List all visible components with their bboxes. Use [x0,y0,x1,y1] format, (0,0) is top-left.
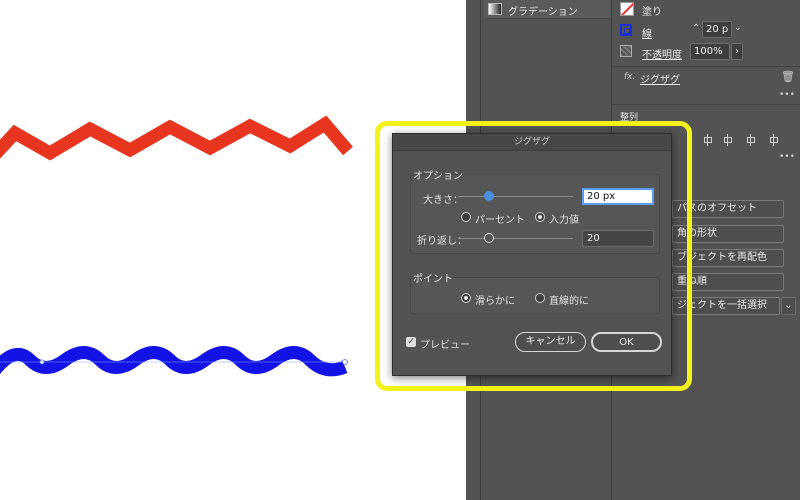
red-zigzag-path[interactable] [0,115,353,161]
ridges-label: 折り返し： [417,236,467,247]
trash-icon[interactable]: 🗑 [781,70,795,83]
smooth-label[interactable]: 滑らかに [475,292,515,307]
size-slider-knob[interactable] [484,191,494,201]
stroke-swatch-icon[interactable] [620,24,632,36]
absolute-radio[interactable] [535,212,545,222]
options-group-title: オプション [413,171,463,182]
chevron-down-icon[interactable]: ⌄ [734,23,742,33]
align-icon[interactable] [768,134,780,146]
preview-checkbox[interactable]: ✓ [406,337,416,347]
corner-label[interactable]: 直線的に [549,292,589,307]
stepper-arrows-icon[interactable]: ⌃ [692,23,700,34]
anchor-point[interactable] [342,359,348,365]
gradient-icon [488,3,502,15]
ok-button[interactable]: OK [591,332,662,352]
blue-wavy-path[interactable] [0,346,348,377]
align-icon[interactable] [745,134,757,146]
size-label: 大きさ： [423,195,463,206]
anchor-point[interactable] [39,359,45,365]
percent-label[interactable]: パーセント [475,211,525,226]
opacity-field[interactable]: 100% [690,43,730,60]
chevron-right-icon[interactable]: › [731,43,743,60]
preview-label[interactable]: プレビュー [420,336,470,351]
smooth-radio[interactable] [461,293,471,303]
absolute-label[interactable]: 入力値 [549,211,579,226]
size-input[interactable]: 20 px [582,188,654,205]
dialog-title[interactable]: ジグザグ [393,134,671,151]
fx-icon: fx. [624,72,636,82]
ridges-slider-track[interactable] [458,238,573,239]
chevron-down-icon[interactable]: ⌄ [781,297,796,315]
divider [612,104,800,105]
points-group-title: ポイント [413,274,453,285]
opacity-icon [620,45,632,57]
gradient-label: グラデーション [508,7,578,18]
opacity-label[interactable]: 不透明度 [642,46,682,61]
percent-radio[interactable] [461,212,471,222]
ridges-slider-knob[interactable] [484,233,494,243]
fill-swatch-icon[interactable] [620,2,634,16]
size-slider-track[interactable] [458,196,573,197]
more-options-icon[interactable]: ••• [779,152,795,162]
more-options-icon[interactable]: ••• [779,90,795,100]
fill-label: 塗り [642,7,662,18]
corner-radio[interactable] [535,293,545,303]
divider [612,66,800,67]
stroke-label[interactable]: 線 [642,25,652,40]
effect-zigzag-link[interactable]: ジグザグ [640,71,680,86]
stroke-weight-field[interactable]: 20 p [702,21,732,38]
align-icon[interactable] [702,134,714,146]
zigzag-dialog: ジグザグ オプション 大きさ： 20 px パーセント 入力値 折り返し： 20… [392,133,672,376]
align-icon[interactable] [722,134,734,146]
ridges-input[interactable]: 20 [582,230,654,247]
cancel-button[interactable]: キャンセル [515,332,586,352]
